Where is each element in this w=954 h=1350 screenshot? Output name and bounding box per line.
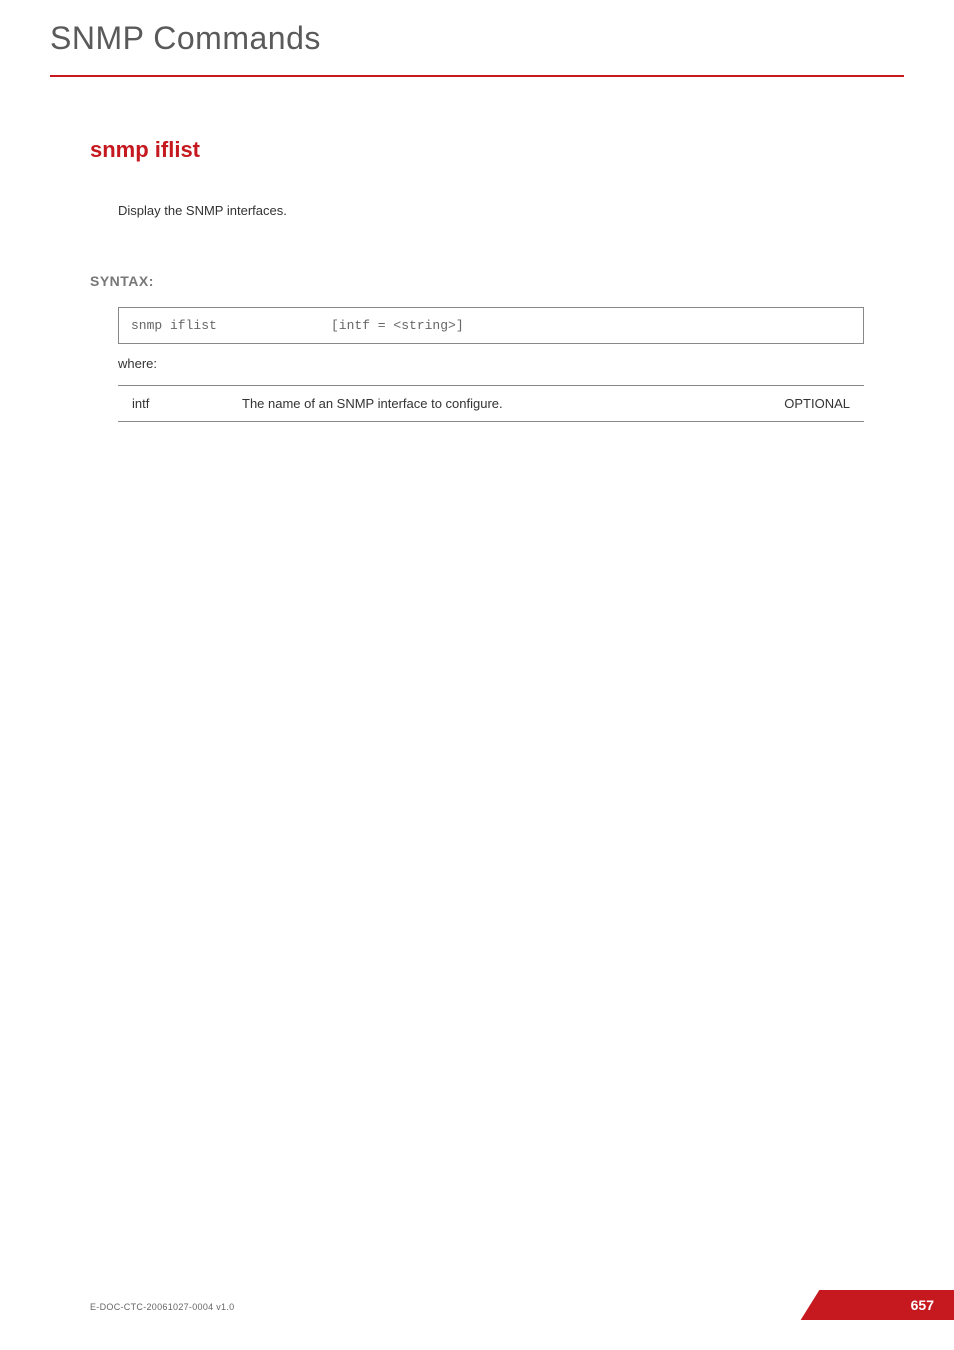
- param-required: OPTIONAL: [750, 396, 860, 411]
- table-row: intf The name of an SNMP interface to co…: [118, 386, 864, 421]
- page-content: snmp iflist Display the SNMP interfaces.…: [0, 77, 954, 422]
- document-id: E-DOC-CTC-20061027-0004 v1.0: [90, 1302, 234, 1312]
- syntax-row: snmp iflist [intf = <string>]: [131, 318, 851, 333]
- page-footer: E-DOC-CTC-20061027-0004 v1.0 657: [0, 1302, 954, 1312]
- syntax-box: snmp iflist [intf = <string>]: [118, 307, 864, 344]
- page-header: SNMP Commands: [0, 0, 954, 65]
- page-number-box: 657: [824, 1290, 954, 1320]
- page-number: 657: [911, 1297, 934, 1313]
- param-name: intf: [122, 396, 242, 411]
- main-heading: SNMP Commands: [50, 20, 904, 57]
- syntax-command: snmp iflist: [131, 318, 331, 333]
- syntax-arguments: [intf = <string>]: [331, 318, 851, 333]
- command-title: snmp iflist: [90, 137, 864, 163]
- command-description: Display the SNMP interfaces.: [118, 203, 864, 218]
- syntax-label: SYNTAX:: [90, 273, 864, 289]
- param-description: The name of an SNMP interface to configu…: [242, 396, 750, 411]
- where-label: where:: [118, 356, 864, 371]
- params-table: intf The name of an SNMP interface to co…: [118, 385, 864, 422]
